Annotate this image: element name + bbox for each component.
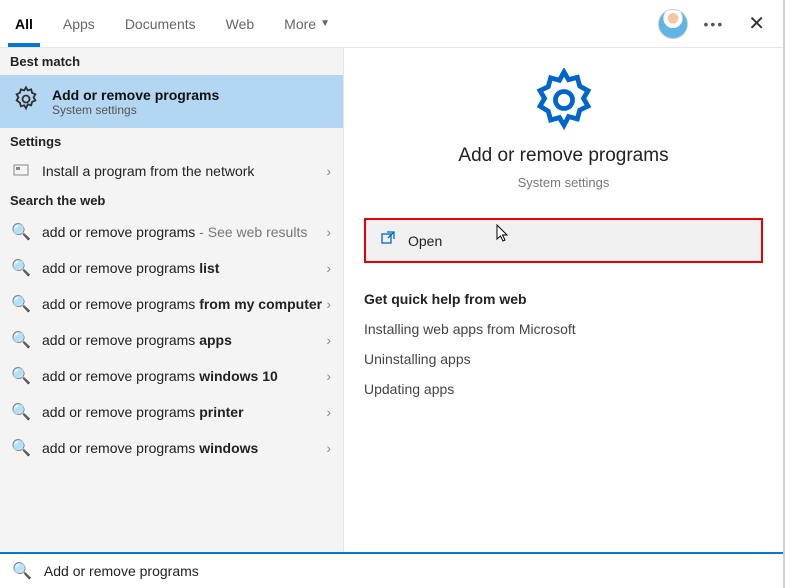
web-result-text: add or remove programs windows 10 — [42, 368, 331, 384]
web-result-2[interactable]: 🔍 add or remove programs from my compute… — [0, 286, 343, 322]
web-result-text: add or remove programs windows — [42, 440, 331, 456]
best-match-item[interactable]: Add or remove programs System settings — [0, 75, 343, 128]
web-result-1[interactable]: 🔍 add or remove programs list › — [0, 250, 343, 286]
more-options-icon[interactable]: ••• — [704, 16, 725, 32]
section-best-match: Best match — [0, 48, 343, 75]
web-result-text: add or remove programs list — [42, 260, 331, 276]
search-icon: 🔍 — [12, 294, 30, 314]
web-result-text: add or remove programs - See web results — [42, 224, 331, 240]
gear-icon — [532, 68, 596, 137]
search-icon: 🔍 — [12, 222, 30, 242]
web-result-3[interactable]: 🔍 add or remove programs apps › — [0, 322, 343, 358]
search-icon: 🔍 — [12, 258, 30, 278]
chevron-right-icon: › — [326, 224, 331, 240]
web-result-text: add or remove programs apps — [42, 332, 331, 348]
section-search-web: Search the web — [0, 187, 343, 214]
tab-more[interactable]: More ▼ — [269, 0, 345, 47]
best-match-text: Add or remove programs System settings — [52, 87, 219, 117]
tab-web[interactable]: Web — [211, 0, 270, 47]
chevron-down-icon: ▼ — [320, 18, 330, 29]
search-icon: 🔍 — [12, 402, 30, 422]
preview-panel: Add or remove programs System settings O… — [344, 48, 783, 552]
web-result-text: add or remove programs from my computer — [42, 296, 331, 312]
settings-item-label: Install a program from the network — [42, 163, 331, 179]
open-button-label: Open — [408, 233, 442, 249]
user-avatar[interactable] — [658, 9, 688, 39]
search-tabs: All Apps Documents Web More ▼ — [0, 0, 345, 47]
preview-title: Add or remove programs — [458, 145, 668, 167]
settings-item-install-network[interactable]: Install a program from the network › — [0, 155, 343, 187]
help-item-1[interactable]: Uninstalling apps — [364, 351, 763, 367]
search-input-text: Add or remove programs — [44, 563, 199, 579]
chevron-right-icon: › — [326, 440, 331, 456]
chevron-right-icon: › — [326, 296, 331, 312]
top-right-controls: ••• ✕ — [658, 9, 773, 39]
gear-icon — [12, 85, 40, 118]
section-settings: Settings — [0, 128, 343, 155]
web-result-0[interactable]: 🔍 add or remove programs - See web resul… — [0, 214, 343, 250]
chevron-right-icon: › — [326, 260, 331, 276]
chevron-right-icon: › — [326, 163, 331, 179]
search-icon: 🔍 — [12, 330, 30, 350]
search-icon: 🔍 — [12, 438, 30, 458]
tab-all[interactable]: All — [0, 0, 48, 47]
content-body: Best match Add or remove programs System… — [0, 48, 783, 552]
open-external-icon — [380, 230, 396, 251]
best-match-subtitle: System settings — [52, 103, 219, 117]
top-bar: All Apps Documents Web More ▼ ••• ✕ — [0, 0, 783, 48]
tab-more-label: More — [284, 16, 316, 32]
results-panel: Best match Add or remove programs System… — [0, 48, 344, 552]
web-result-text: add or remove programs printer — [42, 404, 331, 420]
open-button[interactable]: Open — [364, 218, 763, 263]
search-bar[interactable]: 🔍 Add or remove programs — [0, 552, 783, 588]
best-match-title: Add or remove programs — [52, 87, 219, 103]
search-icon: 🔍 — [12, 366, 30, 386]
chevron-right-icon: › — [326, 368, 331, 384]
search-icon: 🔍 — [12, 561, 32, 581]
help-header: Get quick help from web — [364, 291, 763, 307]
chevron-right-icon: › — [326, 404, 331, 420]
web-result-5[interactable]: 🔍 add or remove programs printer › — [0, 394, 343, 430]
preview-hero: Add or remove programs System settings — [364, 68, 763, 190]
program-icon — [12, 163, 30, 179]
close-icon[interactable]: ✕ — [740, 11, 773, 36]
web-result-6[interactable]: 🔍 add or remove programs windows › — [0, 430, 343, 466]
web-result-4[interactable]: 🔍 add or remove programs windows 10 › — [0, 358, 343, 394]
help-item-2[interactable]: Updating apps — [364, 381, 763, 397]
tab-documents[interactable]: Documents — [110, 0, 211, 47]
tab-apps[interactable]: Apps — [48, 0, 110, 47]
help-item-0[interactable]: Installing web apps from Microsoft — [364, 321, 763, 337]
preview-subtitle: System settings — [518, 175, 610, 190]
chevron-right-icon: › — [326, 332, 331, 348]
